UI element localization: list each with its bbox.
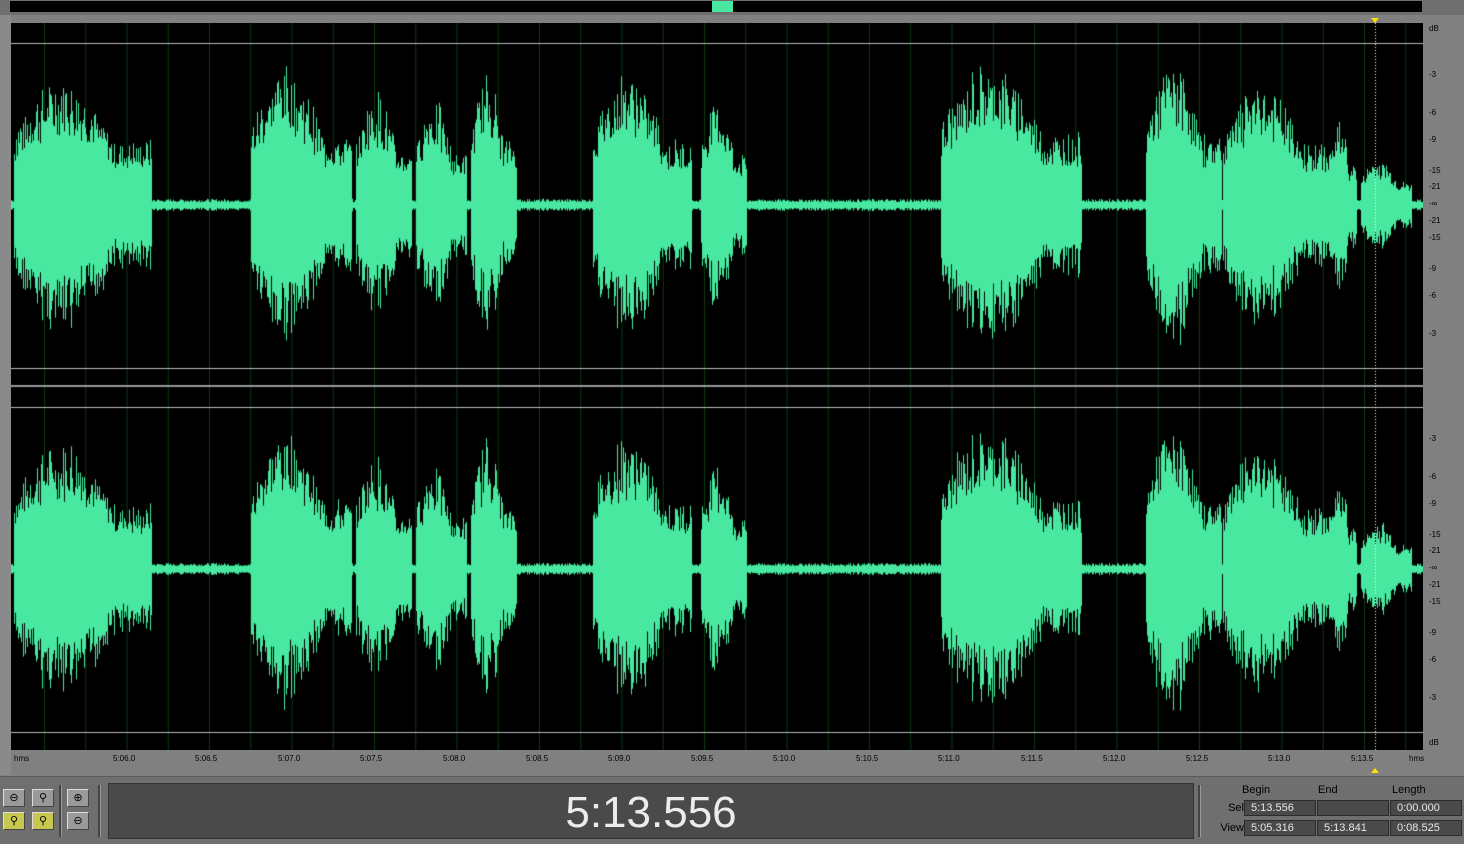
db-label: -15 — [1429, 233, 1441, 242]
time-ruler[interactable]: hms hms 5:06.0 5:06.5 5:07.0 5:07.5 5:08… — [11, 750, 1425, 768]
zoom-selection-icon[interactable]: ⚲ — [32, 789, 54, 807]
db-label: -6 — [1429, 108, 1437, 117]
waveform-canvas[interactable] — [11, 23, 1423, 750]
time-tick-label: 5:06.5 — [195, 754, 218, 763]
header-end: End — [1318, 784, 1338, 796]
time-tick-label: 5:10.5 — [856, 754, 879, 763]
header-length: Length — [1392, 784, 1426, 796]
db-label: -15 — [1429, 530, 1441, 539]
db-label: -21 — [1429, 216, 1441, 225]
view-length-field[interactable]: 0:08.525 — [1390, 820, 1462, 836]
zoom-out-vertical-icon[interactable]: ⊖ — [67, 812, 89, 830]
db-unit-bottom: dB — [1429, 738, 1439, 747]
time-tick-label: 5:12.0 — [1103, 754, 1126, 763]
db-label: -15 — [1429, 166, 1441, 175]
view-row-label: View — [1220, 822, 1244, 834]
header-begin: Begin — [1242, 784, 1271, 796]
db-scale: dB -3 -6 -9 -15 -21 -∞ -21 -15 -9 -6 -3 … — [1423, 23, 1464, 750]
time-tick-label: 5:11.5 — [1021, 754, 1043, 763]
zoom-in-vertical-icon[interactable]: ⊕ — [67, 789, 89, 807]
db-label: -3 — [1429, 434, 1437, 443]
divider — [59, 785, 62, 837]
db-label: -∞ — [1429, 563, 1438, 572]
db-label: -3 — [1429, 329, 1437, 338]
db-label: -9 — [1429, 499, 1437, 508]
db-label: -21 — [1429, 182, 1441, 191]
zoom-left-icon[interactable]: ⚲ — [3, 812, 25, 830]
zoom-right-icon[interactable]: ⚲ — [32, 812, 54, 830]
view-end-field[interactable]: 5:13.841 — [1317, 820, 1389, 836]
time-tick-label: 5:09.0 — [608, 754, 631, 763]
overview-scrollbar[interactable] — [0, 0, 1464, 15]
left-border — [0, 15, 11, 775]
time-display-value: 5:13.556 — [565, 788, 737, 837]
time-unit-right: hms — [1409, 754, 1425, 763]
zoom-out-icon[interactable]: ⊖ — [3, 789, 25, 807]
db-label: -6 — [1429, 291, 1437, 300]
time-display: 5:13.556 — [108, 783, 1194, 839]
time-tick-label: 5:08.5 — [526, 754, 549, 763]
transport-bar: ⊖ ⚲ ⊕ ⚲ ⚲ ⊖ 5:13.556 Begin End Length Se… — [0, 776, 1464, 844]
divider — [98, 785, 101, 837]
time-tick-label: 5:08.0 — [443, 754, 466, 763]
db-label: -3 — [1429, 70, 1437, 79]
overview-thumb[interactable] — [712, 1, 733, 12]
time-tick-label: 5:07.5 — [360, 754, 383, 763]
db-label: -9 — [1429, 264, 1437, 273]
view-begin-field[interactable]: 5:05.316 — [1244, 820, 1316, 836]
db-label: -9 — [1429, 135, 1437, 144]
db-label: -3 — [1429, 693, 1437, 702]
time-tick-label: 5:13.0 — [1268, 754, 1291, 763]
waveform-display[interactable] — [11, 23, 1423, 750]
db-label: -21 — [1429, 546, 1441, 555]
selection-view-panel: Begin End Length Sel 5:13.556 0:00.000 V… — [1204, 781, 1462, 841]
db-label: -9 — [1429, 628, 1437, 637]
time-tick-label: 5:12.5 — [1186, 754, 1209, 763]
time-tick-label: 5:06.0 — [113, 754, 136, 763]
time-tick-label: 5:09.5 — [691, 754, 714, 763]
db-label: -6 — [1429, 655, 1437, 664]
sel-begin-field[interactable]: 5:13.556 — [1244, 800, 1316, 816]
sel-length-field[interactable]: 0:00.000 — [1390, 800, 1462, 816]
time-tick-label: 5:11.0 — [938, 754, 960, 763]
cursor-marker-bottom-icon[interactable] — [1371, 768, 1379, 773]
db-label: -21 — [1429, 580, 1441, 589]
db-label: -∞ — [1429, 199, 1438, 208]
time-tick-label: 5:10.0 — [773, 754, 796, 763]
time-unit-left: hms — [14, 754, 30, 763]
time-tick-label: 5:07.0 — [278, 754, 301, 763]
db-unit-top: dB — [1429, 24, 1439, 33]
divider — [1198, 785, 1201, 837]
db-label: -15 — [1429, 597, 1441, 606]
time-tick-label: 5:13.5 — [1351, 754, 1374, 763]
db-label: -6 — [1429, 472, 1437, 481]
sel-end-field[interactable] — [1317, 800, 1389, 816]
sel-row-label: Sel — [1228, 802, 1244, 814]
